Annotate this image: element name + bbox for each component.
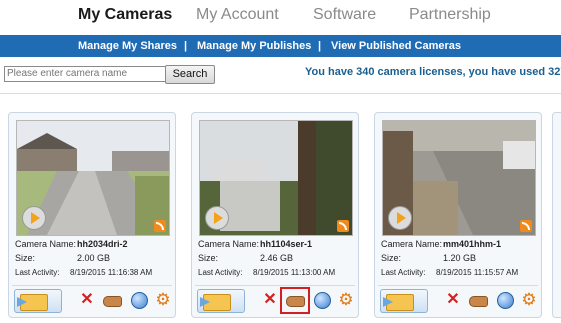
camera-thumbnail[interactable]: [199, 120, 353, 236]
camera-name-value: hh1104ser-1: [260, 239, 313, 249]
camera-actions-toolbar: ✕ ⚙: [195, 285, 355, 315]
share-hand-icon[interactable]: [102, 290, 122, 310]
share-hand-icon[interactable]: [285, 290, 305, 310]
size-label: Size:: [15, 253, 36, 263]
last-activity-label: Last Activity:: [198, 268, 243, 277]
delete-x-icon[interactable]: ✕: [260, 290, 280, 310]
camera-thumbnail[interactable]: [382, 120, 536, 236]
rss-feed-icon[interactable]: [154, 220, 166, 232]
camera-thumbnail[interactable]: [16, 120, 170, 236]
divider: [0, 93, 561, 94]
nav-my-cameras[interactable]: My Cameras: [78, 6, 172, 24]
last-activity-value: 8/19/2015 11:13:00 AM: [253, 268, 336, 277]
play-icon[interactable]: [205, 206, 229, 230]
last-activity-label: Last Activity:: [381, 268, 426, 277]
sub-navigation-bar: Manage My Shares | Manage My Publishes |…: [0, 35, 561, 57]
globe-icon[interactable]: [129, 290, 149, 310]
camera-actions-toolbar: ✕ ⚙: [378, 285, 538, 315]
camera-name-value: hh2034dri-2: [77, 239, 128, 249]
camera-name-value: mm401hhm-1: [443, 239, 502, 249]
camera-actions-toolbar: ✕ ⚙: [12, 285, 172, 315]
camera-name-label: Camera Name:: [15, 239, 77, 249]
subnav-separator: |: [318, 40, 322, 52]
folder-arrow-icon[interactable]: [197, 289, 245, 313]
camera-card-partial: [552, 112, 561, 318]
license-status-text: You have 340 camera licenses, you have u…: [305, 66, 561, 78]
rss-feed-icon[interactable]: [337, 220, 349, 232]
camera-card: Camera Name:mm401hhm-1 Size: 1.20 GB Last…: [374, 112, 542, 318]
nav-software[interactable]: Software: [313, 6, 376, 24]
gear-icon[interactable]: ⚙: [153, 290, 173, 310]
last-activity-label: Last Activity:: [15, 268, 60, 277]
size-value: 2.00 GB: [77, 253, 111, 263]
play-icon[interactable]: [388, 206, 412, 230]
globe-icon[interactable]: [495, 290, 515, 310]
camera-card: Camera Name:hh1104ser-1 Size: 2.46 GB Las…: [191, 112, 359, 318]
folder-arrow-icon[interactable]: [14, 289, 62, 313]
globe-icon[interactable]: [312, 290, 332, 310]
size-value: 1.20 GB: [443, 253, 477, 263]
folder-arrow-icon[interactable]: [380, 289, 428, 313]
manage-my-shares-link[interactable]: Manage My Shares: [78, 40, 177, 52]
rss-feed-icon[interactable]: [520, 220, 532, 232]
size-value: 2.46 GB: [260, 253, 294, 263]
search-button[interactable]: Search: [165, 65, 215, 84]
nav-my-account[interactable]: My Account: [196, 6, 279, 24]
delete-x-icon[interactable]: ✕: [443, 290, 463, 310]
size-label: Size:: [381, 253, 402, 263]
last-activity-value: 8/19/2015 11:16:38 AM: [70, 268, 153, 277]
camera-name-label: Camera Name:: [381, 239, 443, 249]
camera-card: Camera Name:hh2034dri-2 Size: 2.00 GB Las…: [8, 112, 176, 318]
last-activity-value: 8/19/2015 11:15:57 AM: [436, 268, 519, 277]
subnav-separator: |: [184, 40, 188, 52]
camera-search-input[interactable]: [4, 66, 166, 82]
play-icon[interactable]: [22, 206, 46, 230]
share-hand-icon[interactable]: [468, 290, 488, 310]
delete-x-icon[interactable]: ✕: [77, 290, 97, 310]
camera-name-label: Camera Name:: [198, 239, 260, 249]
size-label: Size:: [198, 253, 219, 263]
top-navigation: My Cameras My Account Software Partnersh…: [0, 0, 561, 33]
nav-partnership[interactable]: Partnership: [409, 6, 491, 24]
manage-my-publishes-link[interactable]: Manage My Publishes: [197, 40, 311, 52]
gear-icon[interactable]: ⚙: [336, 290, 356, 310]
gear-icon[interactable]: ⚙: [519, 290, 539, 310]
view-published-cameras-link[interactable]: View Published Cameras: [331, 40, 461, 52]
